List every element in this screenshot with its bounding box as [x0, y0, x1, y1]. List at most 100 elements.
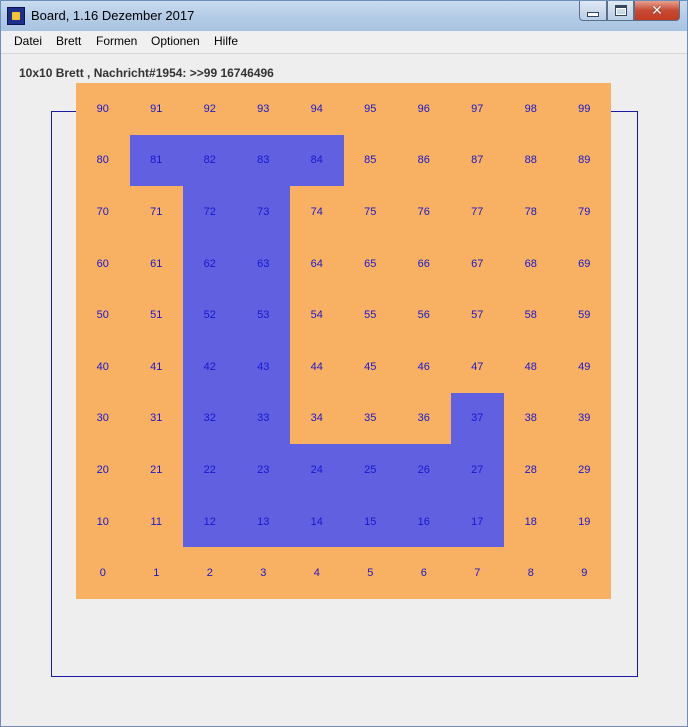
- minimize-button[interactable]: [579, 1, 607, 21]
- board-cell[interactable]: 60: [76, 238, 130, 290]
- board-cell[interactable]: 55: [344, 289, 398, 341]
- board-cell[interactable]: 86: [397, 135, 451, 187]
- board-cell[interactable]: 82: [183, 134, 237, 187]
- board-cell[interactable]: 79: [558, 186, 612, 238]
- board-cell[interactable]: 58: [504, 289, 558, 341]
- board-cell[interactable]: 31: [130, 393, 184, 445]
- board-cell[interactable]: 71: [130, 186, 184, 238]
- board-cell[interactable]: 8: [504, 547, 558, 599]
- board-cell[interactable]: 32: [183, 392, 237, 445]
- board-cell[interactable]: 65: [344, 238, 398, 290]
- board-cell[interactable]: 19: [558, 496, 612, 548]
- title-bar[interactable]: Board, 1.16 Dezember 2017 ✕: [1, 1, 687, 32]
- board-cell[interactable]: 5: [344, 547, 398, 599]
- maximize-button[interactable]: [607, 1, 634, 21]
- menu-brett[interactable]: Brett: [56, 34, 81, 48]
- board-cell[interactable]: 74: [290, 186, 344, 238]
- board-cell[interactable]: 6: [397, 547, 451, 599]
- board-cell[interactable]: 18: [504, 496, 558, 548]
- board-cell[interactable]: 75: [344, 186, 398, 238]
- board-cell[interactable]: 97: [451, 83, 505, 135]
- board-cell[interactable]: 37: [450, 392, 504, 445]
- board-cell[interactable]: 76: [397, 186, 451, 238]
- board-cell[interactable]: 39: [558, 393, 612, 445]
- board-cell[interactable]: 95: [344, 83, 398, 135]
- board-cell[interactable]: 77: [451, 186, 505, 238]
- board-cell[interactable]: 56: [397, 289, 451, 341]
- board-cell[interactable]: 48: [504, 341, 558, 393]
- board-cell[interactable]: 78: [504, 186, 558, 238]
- board-cell[interactable]: 2: [183, 547, 237, 599]
- board-cell[interactable]: 92: [183, 83, 237, 135]
- board-cell[interactable]: 20: [76, 444, 130, 496]
- close-button[interactable]: ✕: [634, 1, 680, 21]
- board-cell[interactable]: 54: [290, 289, 344, 341]
- board-cell[interactable]: 72: [183, 186, 237, 238]
- board-cell[interactable]: 61: [130, 238, 184, 290]
- board-cell[interactable]: 88: [504, 135, 558, 187]
- board-cell[interactable]: 30: [76, 393, 130, 445]
- board-cell[interactable]: 0: [76, 547, 130, 599]
- board-cell[interactable]: 63: [236, 237, 290, 290]
- board-cell[interactable]: 46: [397, 341, 451, 393]
- board-cell[interactable]: 25: [343, 444, 397, 496]
- board-cell[interactable]: 93: [237, 83, 291, 135]
- board-cell[interactable]: 53: [236, 289, 290, 341]
- board-cell[interactable]: 59: [558, 289, 612, 341]
- board-cell[interactable]: 7: [451, 547, 505, 599]
- board-cell[interactable]: 22: [183, 444, 237, 496]
- menu-hilfe[interactable]: Hilfe: [214, 34, 238, 48]
- board-cell[interactable]: 89: [558, 135, 612, 187]
- board-cell[interactable]: 96: [397, 83, 451, 135]
- board-cell[interactable]: 91: [130, 83, 184, 135]
- board-cell[interactable]: 36: [397, 393, 451, 445]
- board-cell[interactable]: 42: [183, 341, 237, 393]
- board-cell[interactable]: 94: [290, 83, 344, 135]
- board-cell[interactable]: 15: [343, 495, 397, 548]
- board-cell[interactable]: 67: [451, 238, 505, 290]
- board-cell[interactable]: 81: [129, 134, 183, 187]
- board-cell[interactable]: 44: [290, 341, 344, 393]
- board-cell[interactable]: 11: [130, 496, 184, 548]
- board-app-icon[interactable]: [7, 7, 25, 25]
- menu-formen[interactable]: Formen: [96, 34, 137, 48]
- board-cell[interactable]: 64: [290, 238, 344, 290]
- menu-datei[interactable]: Datei: [14, 34, 42, 48]
- board-cell[interactable]: 50: [76, 289, 130, 341]
- board-cell[interactable]: 41: [130, 341, 184, 393]
- board-grid[interactable]: 0 1 2 3 4 5 6 7 8 9 10 11 12 13 14 15 16 17 18 19 20 21 22 23 24…: [76, 83, 611, 599]
- board-cell[interactable]: 29: [558, 444, 612, 496]
- board-cell[interactable]: 68: [504, 238, 558, 290]
- board-cell[interactable]: 90: [76, 83, 130, 135]
- board-cell[interactable]: 26: [397, 444, 451, 496]
- board-cell[interactable]: 27: [450, 444, 504, 496]
- board-cell[interactable]: 98: [504, 83, 558, 135]
- board-cell[interactable]: 49: [558, 341, 612, 393]
- board-cell[interactable]: 23: [236, 444, 290, 496]
- board-cell[interactable]: 73: [236, 186, 290, 238]
- board-cell[interactable]: 21: [130, 444, 184, 496]
- board-cell[interactable]: 24: [290, 444, 344, 496]
- board-cell[interactable]: 40: [76, 341, 130, 393]
- board-cell[interactable]: 80: [76, 135, 130, 187]
- board-cell[interactable]: 84: [290, 134, 344, 187]
- board-cell[interactable]: 38: [504, 393, 558, 445]
- board-cell[interactable]: 83: [236, 134, 290, 187]
- board-cell[interactable]: 35: [344, 393, 398, 445]
- board-cell[interactable]: 47: [451, 341, 505, 393]
- board-cell[interactable]: 85: [344, 135, 398, 187]
- board-cell[interactable]: 3: [237, 547, 291, 599]
- board-cell[interactable]: 45: [344, 341, 398, 393]
- board-cell[interactable]: 10: [76, 496, 130, 548]
- board-cell[interactable]: 9: [558, 547, 612, 599]
- board-cell[interactable]: 52: [183, 289, 237, 341]
- board-cell[interactable]: 16: [397, 495, 451, 548]
- board-cell[interactable]: 66: [397, 238, 451, 290]
- board-cell[interactable]: 14: [290, 495, 344, 548]
- board-cell[interactable]: 17: [450, 495, 504, 548]
- board-cell[interactable]: 70: [76, 186, 130, 238]
- board-cell[interactable]: 13: [236, 495, 290, 548]
- board-cell[interactable]: 34: [290, 393, 344, 445]
- board-cell[interactable]: 4: [290, 547, 344, 599]
- board-cell[interactable]: 57: [451, 289, 505, 341]
